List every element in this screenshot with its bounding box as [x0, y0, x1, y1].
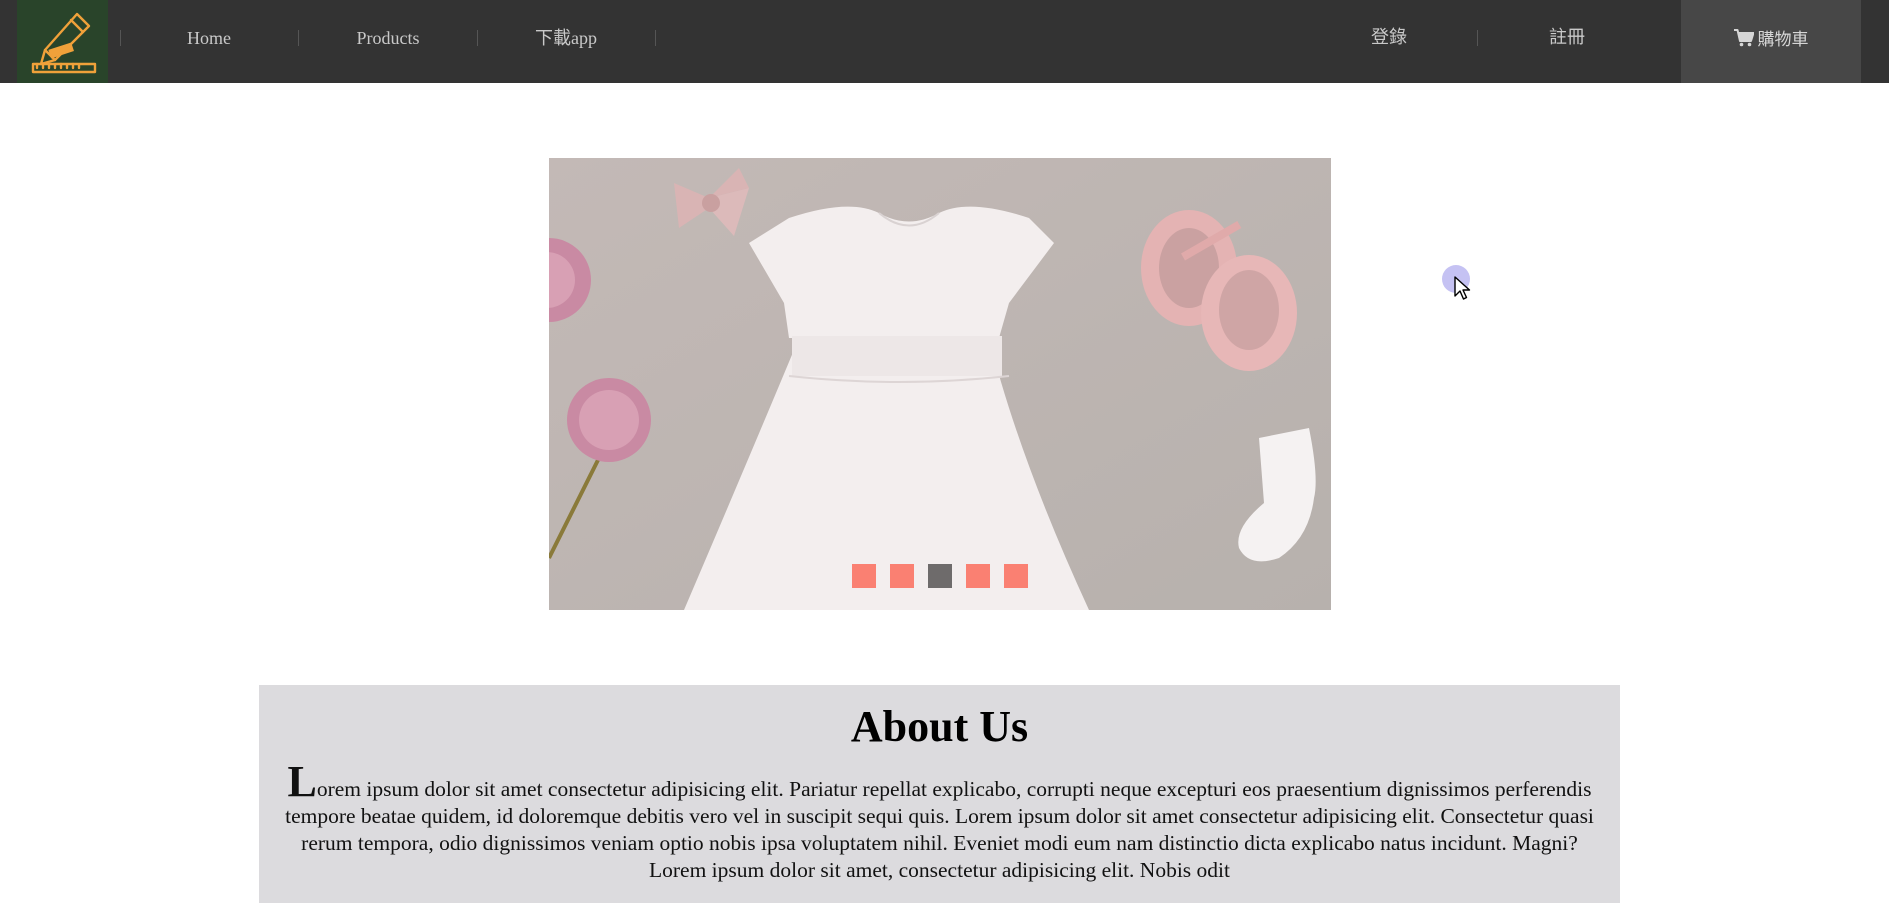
nav-link-download-app[interactable]: 下載app — [516, 0, 616, 76]
carousel-dot-5[interactable] — [1004, 564, 1028, 588]
about-title: About Us — [850, 702, 1029, 751]
carousel-dot-3-active[interactable] — [928, 564, 952, 588]
cart-button[interactable]: 購物車 — [1681, 0, 1861, 83]
login-link[interactable]: 登錄 — [1339, 0, 1439, 76]
site-logo[interactable] — [17, 0, 108, 83]
nav-link-products[interactable]: Products — [338, 0, 438, 76]
cart-label: 購物車 — [1757, 30, 1809, 50]
about-body: Lorem ipsum dolor sit amet consectetur a… — [279, 760, 1600, 884]
about-text: orem ipsum dolor sit amet consectetur ad… — [285, 777, 1594, 882]
carousel-indicators — [549, 564, 1331, 588]
shopping-cart-icon — [1733, 28, 1754, 46]
nav-divider — [120, 30, 121, 46]
nav-divider — [477, 30, 478, 46]
top-navbar: Home Products 下載app 登錄 註冊 購物車 — [0, 0, 1889, 83]
hero-carousel[interactable] — [549, 158, 1331, 610]
carousel-dot-1[interactable] — [852, 564, 876, 588]
register-link[interactable]: 註冊 — [1517, 0, 1617, 76]
mouse-cursor-icon — [1454, 276, 1471, 300]
nav-divider — [1477, 30, 1478, 46]
carousel-dot-2[interactable] — [890, 564, 914, 588]
carousel-dot-4[interactable] — [966, 564, 990, 588]
nav-divider — [298, 30, 299, 46]
about-section: About Us Lorem ipsum dolor sit amet cons… — [259, 685, 1620, 903]
nav-link-home[interactable]: Home — [164, 0, 254, 76]
nav-divider — [655, 30, 656, 46]
about-dropcap: L — [287, 757, 317, 806]
pencil-ruler-icon — [31, 12, 96, 73]
carousel-image — [549, 158, 1331, 610]
